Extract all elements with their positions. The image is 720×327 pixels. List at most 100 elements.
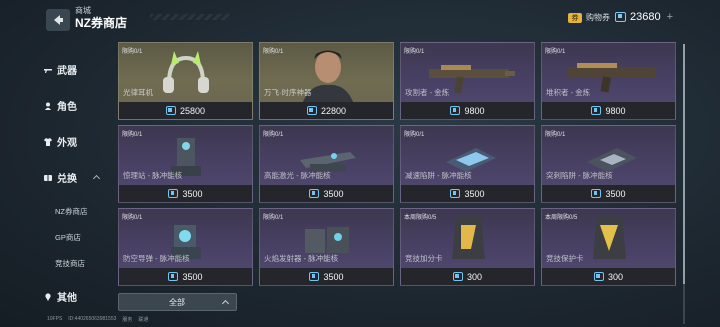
purchase-limit: 本周限购0/5 — [404, 215, 437, 221]
sidebar-item-label: 其他 — [57, 293, 77, 304]
item-name: 惊理站 - 脉冲能核 — [123, 171, 183, 180]
store-item-card[interactable]: 本周限购0/5 竞技保护卡 300 — [541, 208, 676, 286]
store-item-card[interactable]: 限购0/1 光律耳机 25800 — [118, 42, 253, 120]
scrollbar-thumb[interactable] — [683, 44, 685, 284]
nz-coin-icon — [306, 106, 317, 115]
item-price: 3500 — [323, 271, 344, 282]
add-currency-button[interactable]: + — [667, 11, 673, 23]
store-item-card[interactable]: 限购0/1 堆积者 - 金炼 9800 — [541, 42, 676, 120]
nz-coin-icon — [591, 189, 602, 198]
price-bar[interactable]: 3500 — [119, 268, 252, 285]
nz-coin-icon — [452, 272, 463, 281]
purchase-limit: 限购0/1 — [263, 49, 284, 55]
nz-amount: 23680 — [630, 11, 661, 23]
item-name: 竞技保护卡 — [546, 254, 584, 263]
store-item-card[interactable]: 限购0/1 火焰发射器 - 脉冲能核 3500 — [259, 208, 394, 286]
sidebar-item-weapons[interactable]: 武器 — [44, 62, 77, 77]
fps-label: 10FPS — [47, 316, 63, 322]
sidebar-item-label: 武器 — [57, 66, 77, 77]
purchase-limit: 限购0/1 — [545, 49, 566, 55]
nz-coin-icon — [168, 189, 179, 198]
purchase-limit: 限购0/1 — [404, 49, 425, 55]
item-name: 竞技加分卡 — [405, 254, 443, 263]
item-name: 减速陷阱 - 脉冲能核 — [405, 171, 472, 180]
filter-dropdown[interactable]: 全部 — [118, 293, 237, 311]
purchase-limit: 限购0/1 — [545, 132, 566, 138]
player-id: ID:440265063981553 — [68, 316, 117, 322]
filter-label: 全部 — [169, 298, 185, 307]
voucher-label: 购物券 — [586, 13, 610, 22]
price-bar[interactable]: 3500 — [119, 185, 252, 202]
store-item-card[interactable]: 限购0/1 高能激光 - 脉冲能核 3500 — [259, 125, 394, 203]
pin-icon — [45, 292, 51, 301]
back-button[interactable] — [46, 9, 70, 31]
purchase-limit: 限购0/1 — [122, 132, 143, 138]
exchange-icon — [44, 174, 52, 181]
price-bar[interactable]: 3500 — [542, 185, 675, 202]
item-price: 3500 — [605, 188, 626, 199]
sidebar-subitem-gp-shop[interactable]: GP商店 — [55, 232, 81, 243]
sidebar: 武器 角色 外观 兑换 NZ券商店 GP商店 竞技商店 其他 — [28, 44, 110, 314]
nz-coin-icon — [168, 272, 179, 281]
purchase-limit: 限购0/1 — [122, 215, 143, 221]
chevron-up-icon — [221, 299, 230, 308]
header-decoration — [150, 14, 230, 20]
store-item-card[interactable]: 限购0/1 突刺陷阱 - 脉冲能核 3500 — [541, 125, 676, 203]
price-bar[interactable]: 300 — [542, 268, 675, 285]
region-label: 服务 — [122, 317, 133, 323]
store-item-card[interactable]: 限购0/1 攻割者 - 金炼 9800 — [400, 42, 535, 120]
item-name: 高能激光 - 脉冲能核 — [264, 171, 331, 180]
price-bar[interactable]: 22800 — [260, 102, 393, 119]
purchase-limit: 限购0/1 — [404, 132, 425, 138]
price-bar[interactable]: 9800 — [542, 102, 675, 119]
server-label: 联通 — [138, 317, 149, 323]
item-price: 3500 — [464, 188, 485, 199]
purchase-limit: 本周限购0/5 — [545, 215, 578, 221]
item-name: 火焰发射器 - 脉冲能核 — [264, 254, 339, 263]
sidebar-subitem-competitive-shop[interactable]: 竞技商店 — [55, 258, 85, 269]
item-name: 万飞·时序神器 — [264, 88, 312, 97]
sidebar-item-appearance[interactable]: 外观 — [44, 134, 77, 149]
nz-coin-icon — [450, 189, 461, 198]
item-price: 22800 — [320, 105, 347, 116]
sidebar-item-label: 兑换 — [57, 174, 77, 185]
item-price: 300 — [466, 271, 483, 282]
nz-coin-icon — [309, 189, 320, 198]
item-name: 堆积者 - 金炼 — [546, 88, 591, 97]
item-name: 突刺陷阱 - 脉冲能核 — [546, 171, 613, 180]
chevron-up-icon — [92, 174, 101, 183]
store-item-card[interactable]: 限购0/1 惊理站 - 脉冲能核 3500 — [118, 125, 253, 203]
sidebar-item-exchange[interactable]: 兑换 — [44, 170, 77, 185]
price-bar[interactable]: 300 — [401, 268, 534, 285]
voucher-currency[interactable]: 券 购物券 — [568, 12, 610, 23]
rifle-icon — [44, 68, 52, 73]
item-grid: 限购0/1 光律耳机 25800 限购0/1 万飞·时序神器 22800 限购0/1 攻割者 … — [118, 42, 678, 286]
price-bar[interactable]: 3500 — [260, 268, 393, 285]
scrollbar[interactable] — [683, 44, 685, 324]
price-bar[interactable]: 25800 — [119, 102, 252, 119]
sidebar-subitem-nz-shop[interactable]: NZ券商店 — [55, 206, 88, 217]
person-icon — [45, 102, 51, 110]
price-bar[interactable]: 3500 — [401, 185, 534, 202]
footer: 10FPS ID:440265063981553 服务 联通 — [47, 316, 148, 323]
price-bar[interactable]: 9800 — [401, 102, 534, 119]
item-price: 3500 — [323, 188, 344, 199]
store-item-card[interactable]: 限购0/1 防空导弹 - 脉冲能核 3500 — [118, 208, 253, 286]
item-price: 9800 — [464, 105, 485, 116]
item-name: 攻割者 - 金炼 — [405, 88, 450, 97]
breadcrumb: 商城 — [75, 6, 91, 15]
store-item-card[interactable]: 限购0/1 万飞·时序神器 22800 — [259, 42, 394, 120]
sidebar-item-characters[interactable]: 角色 — [44, 98, 77, 113]
voucher-icon: 券 — [568, 12, 582, 23]
nz-coin-icon — [593, 272, 604, 281]
store-item-card[interactable]: 限购0/1 减速陷阱 - 脉冲能核 3500 — [400, 125, 535, 203]
header: 商城 NZ券商店 券 购物券 23680 + — [0, 0, 720, 36]
sidebar-item-other[interactable]: 其他 — [44, 289, 77, 304]
item-price: 25800 — [179, 105, 206, 116]
item-name: 光律耳机 — [123, 88, 153, 97]
price-bar[interactable]: 3500 — [260, 185, 393, 202]
item-price: 3500 — [182, 188, 203, 199]
item-price: 3500 — [182, 271, 203, 282]
item-price: 9800 — [605, 105, 626, 116]
store-item-card[interactable]: 本周限购0/5 竞技加分卡 300 — [400, 208, 535, 286]
